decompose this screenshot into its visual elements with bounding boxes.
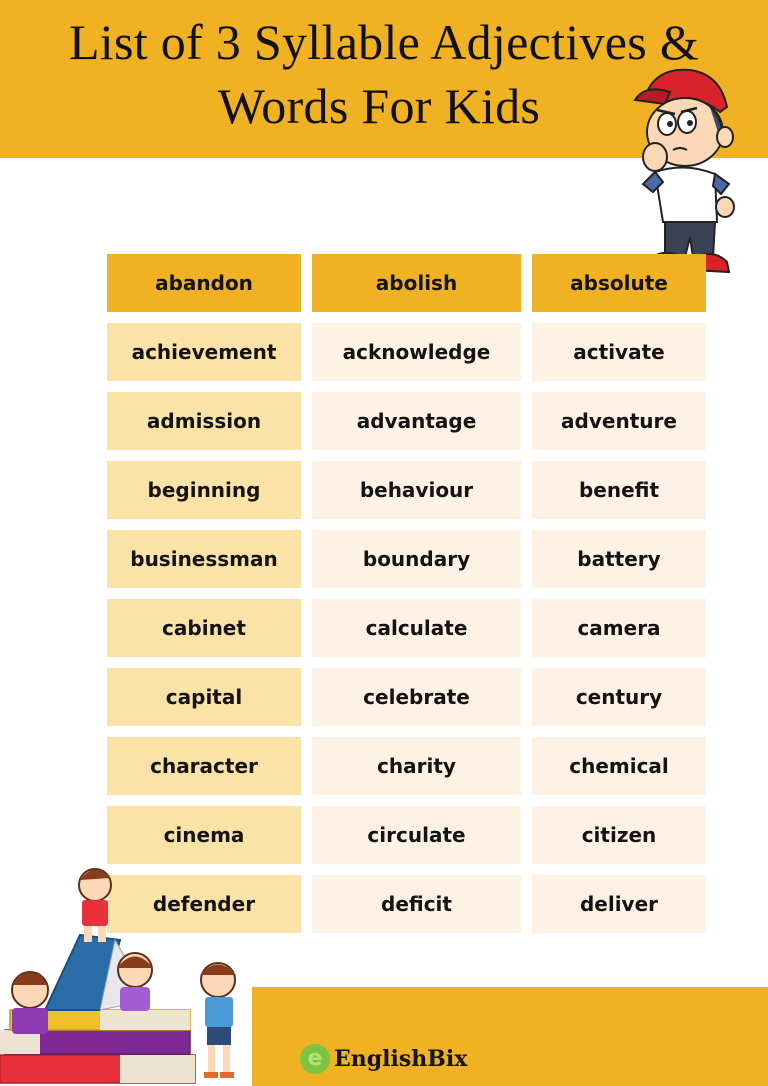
header-word-cell: abandon (107, 254, 301, 312)
word-cell: celebrate (312, 668, 521, 726)
word-cell: beginning (107, 461, 301, 519)
header-word-cell: absolute (532, 254, 706, 312)
word-cell: cabinet (107, 599, 301, 657)
word-cell: benefit (532, 461, 706, 519)
brand-logo-group[interactable]: e EnglishBix (300, 1044, 467, 1074)
word-cell: citizen (532, 806, 706, 864)
kids-reading-illustration (0, 868, 236, 1084)
word-cell: activate (532, 323, 706, 381)
word-cell: acknowledge (312, 323, 521, 381)
word-cell: chemical (532, 737, 706, 795)
word-cell: circulate (312, 806, 521, 864)
word-cell: behaviour (312, 461, 521, 519)
brand-name: EnglishBix (334, 1046, 468, 1072)
title-line-1: List of 3 Syllable Adjectives & (68, 14, 700, 70)
word-cell: charity (312, 737, 521, 795)
header-word-cell: abolish (312, 254, 521, 312)
englishbix-logo-icon: e (300, 1044, 330, 1074)
word-cell: achievement (107, 323, 301, 381)
word-cell: calculate (312, 599, 521, 657)
word-cell: battery (532, 530, 706, 588)
word-cell: businessman (107, 530, 301, 588)
word-cell: century (532, 668, 706, 726)
word-cell: deliver (532, 875, 706, 933)
word-cell: capital (107, 668, 301, 726)
word-cell: boundary (312, 530, 521, 588)
word-cell: camera (532, 599, 706, 657)
word-cell: advantage (312, 392, 521, 450)
thinking-boy-illustration (633, 68, 735, 274)
word-cell: deficit (312, 875, 521, 933)
word-cell: adventure (532, 392, 706, 450)
word-cell: admission (107, 392, 301, 450)
word-cell: character (107, 737, 301, 795)
